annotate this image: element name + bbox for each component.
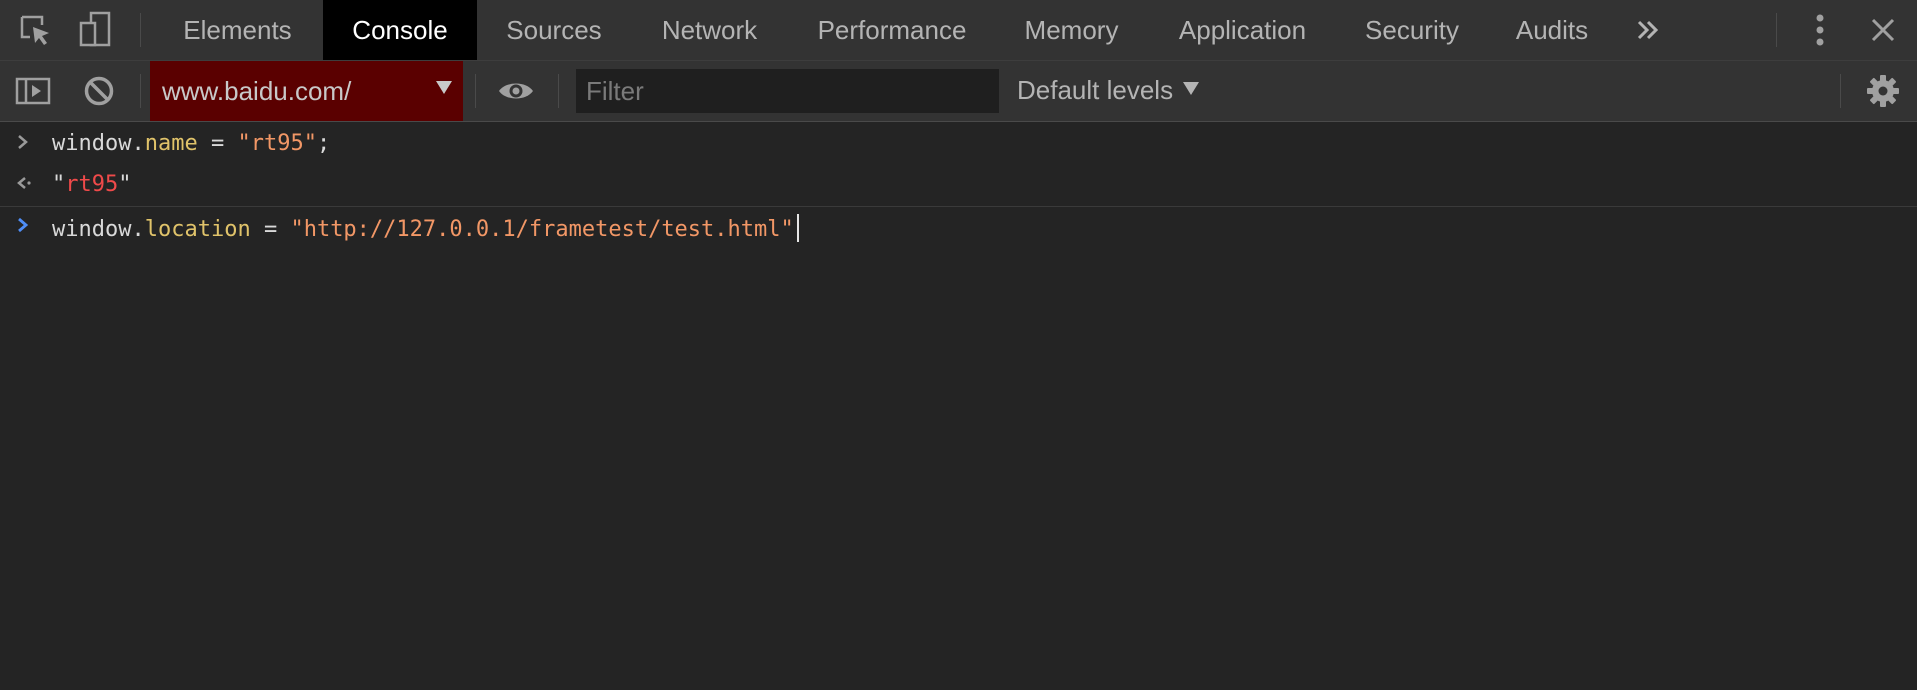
log-levels-label: Default levels bbox=[1017, 75, 1174, 105]
inspect-element-icon[interactable] bbox=[15, 10, 55, 50]
text-cursor bbox=[796, 214, 799, 242]
tab-network[interactable]: Network bbox=[632, 0, 787, 60]
console-prompt-input[interactable]: window.location = "http://127.0.0.1/fram… bbox=[52, 214, 799, 242]
device-toolbar-icon[interactable] bbox=[76, 10, 116, 50]
tab-sources[interactable]: Sources bbox=[480, 0, 628, 60]
context-selector[interactable]: www.baidu.com/ bbox=[150, 61, 463, 121]
result-quote: " bbox=[118, 172, 132, 197]
tab-audits[interactable]: Audits bbox=[1502, 0, 1602, 60]
code-object: window bbox=[52, 131, 132, 156]
code-dot: . bbox=[131, 131, 145, 156]
code-operator: = bbox=[197, 131, 238, 156]
divider bbox=[558, 74, 559, 108]
show-sidebar-icon[interactable] bbox=[13, 71, 53, 111]
tab-security[interactable]: Security bbox=[1350, 0, 1474, 60]
console-result-message: "rt95" bbox=[0, 163, 1917, 205]
close-icon[interactable] bbox=[1863, 10, 1903, 50]
live-expression-eye-icon[interactable] bbox=[496, 71, 536, 111]
tab-performance[interactable]: Performance bbox=[795, 0, 989, 60]
more-options-icon[interactable] bbox=[1800, 10, 1840, 50]
chevron-right-icon bbox=[16, 215, 36, 237]
code-property: location bbox=[144, 217, 251, 242]
console-input-message: window.name = "rt95"; bbox=[0, 122, 1917, 164]
divider bbox=[1840, 74, 1841, 108]
filter-input[interactable] bbox=[576, 69, 999, 113]
settings-gear-icon[interactable] bbox=[1863, 71, 1903, 111]
divider bbox=[475, 74, 476, 108]
console-toolbar: www.baidu.com/ Default levels bbox=[0, 61, 1917, 122]
context-selector-label: www.baidu.com/ bbox=[162, 76, 352, 106]
divider bbox=[1776, 13, 1777, 47]
dropdown-arrow-icon bbox=[1183, 82, 1200, 95]
devtools-tab-bar: Elements Console Sources Network Perform… bbox=[0, 0, 1917, 61]
chevron-right-icon bbox=[16, 132, 36, 154]
console-messages[interactable]: window.name = "rt95"; "rt95" window.loca… bbox=[0, 122, 1917, 690]
code-string: "rt95" bbox=[237, 131, 317, 156]
divider bbox=[140, 13, 141, 47]
tab-console[interactable]: Console bbox=[323, 0, 477, 60]
code-property: name bbox=[144, 131, 198, 156]
clear-console-icon[interactable] bbox=[79, 71, 119, 111]
tab-elements[interactable]: Elements bbox=[155, 0, 320, 60]
console-prompt[interactable]: window.location = "http://127.0.0.1/fram… bbox=[0, 205, 1917, 247]
dropdown-arrow-icon bbox=[436, 81, 452, 94]
tab-memory[interactable]: Memory bbox=[1003, 0, 1140, 60]
console-code: window.name = "rt95"; bbox=[52, 131, 330, 156]
console-result-value[interactable]: "rt95" bbox=[52, 172, 131, 197]
result-string: rt95 bbox=[65, 172, 119, 197]
code-operator: = bbox=[250, 217, 291, 242]
code-dot: . bbox=[131, 217, 145, 242]
code-semicolon: ; bbox=[316, 131, 331, 156]
result-arrow-icon bbox=[16, 173, 36, 195]
code-string: "http://127.0.0.1/frametest/test.html" bbox=[290, 217, 794, 242]
code-object: window bbox=[52, 217, 132, 242]
log-levels-dropdown[interactable]: Default levels bbox=[1017, 75, 1200, 106]
more-tabs-icon[interactable] bbox=[1628, 10, 1668, 50]
tab-application[interactable]: Application bbox=[1160, 0, 1325, 60]
result-quote: " bbox=[52, 172, 66, 197]
divider bbox=[140, 74, 141, 108]
